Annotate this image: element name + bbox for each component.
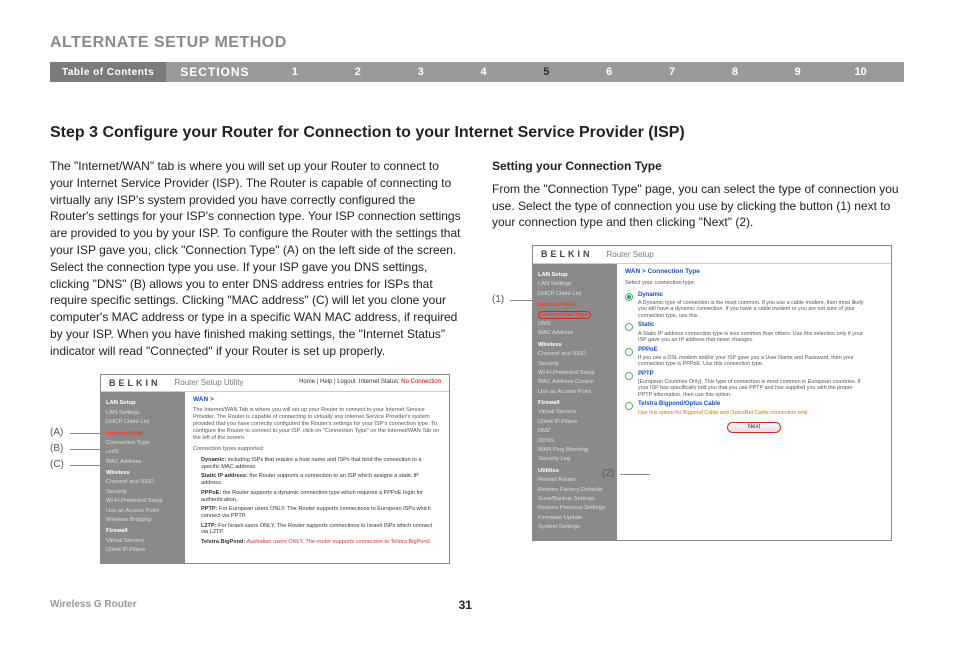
- radio-icon[interactable]: [625, 372, 633, 380]
- shot2-breadcrumb: WAN > Connection Type: [625, 268, 883, 276]
- option-pptp[interactable]: PPTP[European Countries Only]. This type…: [625, 371, 883, 399]
- section-navbar: Table of Contents SECTIONS 1 2 3 4 5 6 7…: [50, 62, 904, 82]
- callout-1: (1): [492, 293, 504, 307]
- nav-item-6[interactable]: 6: [578, 62, 641, 82]
- screenshot-wan-tab: BELKIN Router Setup Utility Home | Help …: [100, 374, 450, 564]
- shot2-sidebar: LAN Setup LAN Settings DHCP Client List …: [533, 264, 617, 540]
- callout-2: (2): [602, 467, 614, 481]
- nav-item-2[interactable]: 2: [326, 62, 389, 82]
- nav-item-8[interactable]: 8: [703, 62, 766, 82]
- option-pppoe[interactable]: PPPoEIf you use a DSL modem and/or your …: [625, 347, 883, 368]
- radio-icon[interactable]: [625, 348, 633, 356]
- radio-icon[interactable]: [625, 402, 633, 410]
- product-name: Wireless G Router: [50, 599, 137, 610]
- nav-sections-label: SECTIONS: [166, 62, 263, 82]
- option-dynamic[interactable]: DynamicA Dynamic type of connection is t…: [625, 292, 883, 320]
- nav-item-4[interactable]: 4: [452, 62, 515, 82]
- callout-b: (B): [50, 442, 63, 456]
- shot1-title: Router Setup Utility: [175, 378, 244, 388]
- nav-item-7[interactable]: 7: [641, 62, 704, 82]
- step-heading: Step 3 Configure your Router for Connect…: [50, 124, 904, 142]
- radio-icon[interactable]: [625, 323, 633, 331]
- left-paragraph: The "Internet/WAN" tab is where you will…: [50, 158, 462, 360]
- shot1-sidebar: LAN Setup LAN Settings DHCP Client List …: [101, 392, 185, 562]
- page-footer: Wireless G Router 31: [50, 598, 904, 612]
- shot1-top-links: Home | Help | Logout Internet Status: No…: [299, 379, 441, 386]
- nav-item-3[interactable]: 3: [389, 62, 452, 82]
- shot2-main: WAN > Connection Type Select your connec…: [617, 264, 891, 540]
- nav-toc[interactable]: Table of Contents: [50, 62, 166, 82]
- page-number: 31: [459, 598, 472, 612]
- brand-logo: BELKIN: [541, 249, 593, 260]
- callout-a: (A): [50, 426, 63, 440]
- left-column: The "Internet/WAN" tab is where you will…: [50, 158, 462, 564]
- radio-icon[interactable]: [625, 293, 633, 301]
- brand-logo: BELKIN: [109, 378, 161, 389]
- nav-item-1[interactable]: 1: [264, 62, 327, 82]
- callout-c: (C): [50, 458, 64, 472]
- option-telstra[interactable]: Telstra Bigpond/Optus CableUse this opti…: [625, 401, 883, 416]
- nav-item-5[interactable]: 5: [515, 62, 578, 82]
- next-button[interactable]: Next: [727, 422, 781, 433]
- section-title: ALTERNATE SETUP METHOD: [50, 34, 904, 52]
- right-subheading: Setting your Connection Type: [492, 158, 904, 175]
- shot1-breadcrumb: WAN >: [193, 396, 441, 404]
- shot1-main: WAN > The Internet/WAN Tab is where you …: [185, 392, 449, 562]
- right-paragraph: From the "Connection Type" page, you can…: [492, 181, 904, 231]
- screenshot-connection-type: BELKIN Router Setup LAN Setup LAN Settin…: [532, 245, 892, 540]
- right-column: Setting your Connection Type From the "C…: [492, 158, 904, 564]
- nav-item-10[interactable]: 10: [829, 62, 904, 82]
- nav-item-9[interactable]: 9: [766, 62, 829, 82]
- shot2-title: Router Setup: [607, 250, 654, 260]
- option-static[interactable]: StaticA Static IP address connection typ…: [625, 322, 883, 343]
